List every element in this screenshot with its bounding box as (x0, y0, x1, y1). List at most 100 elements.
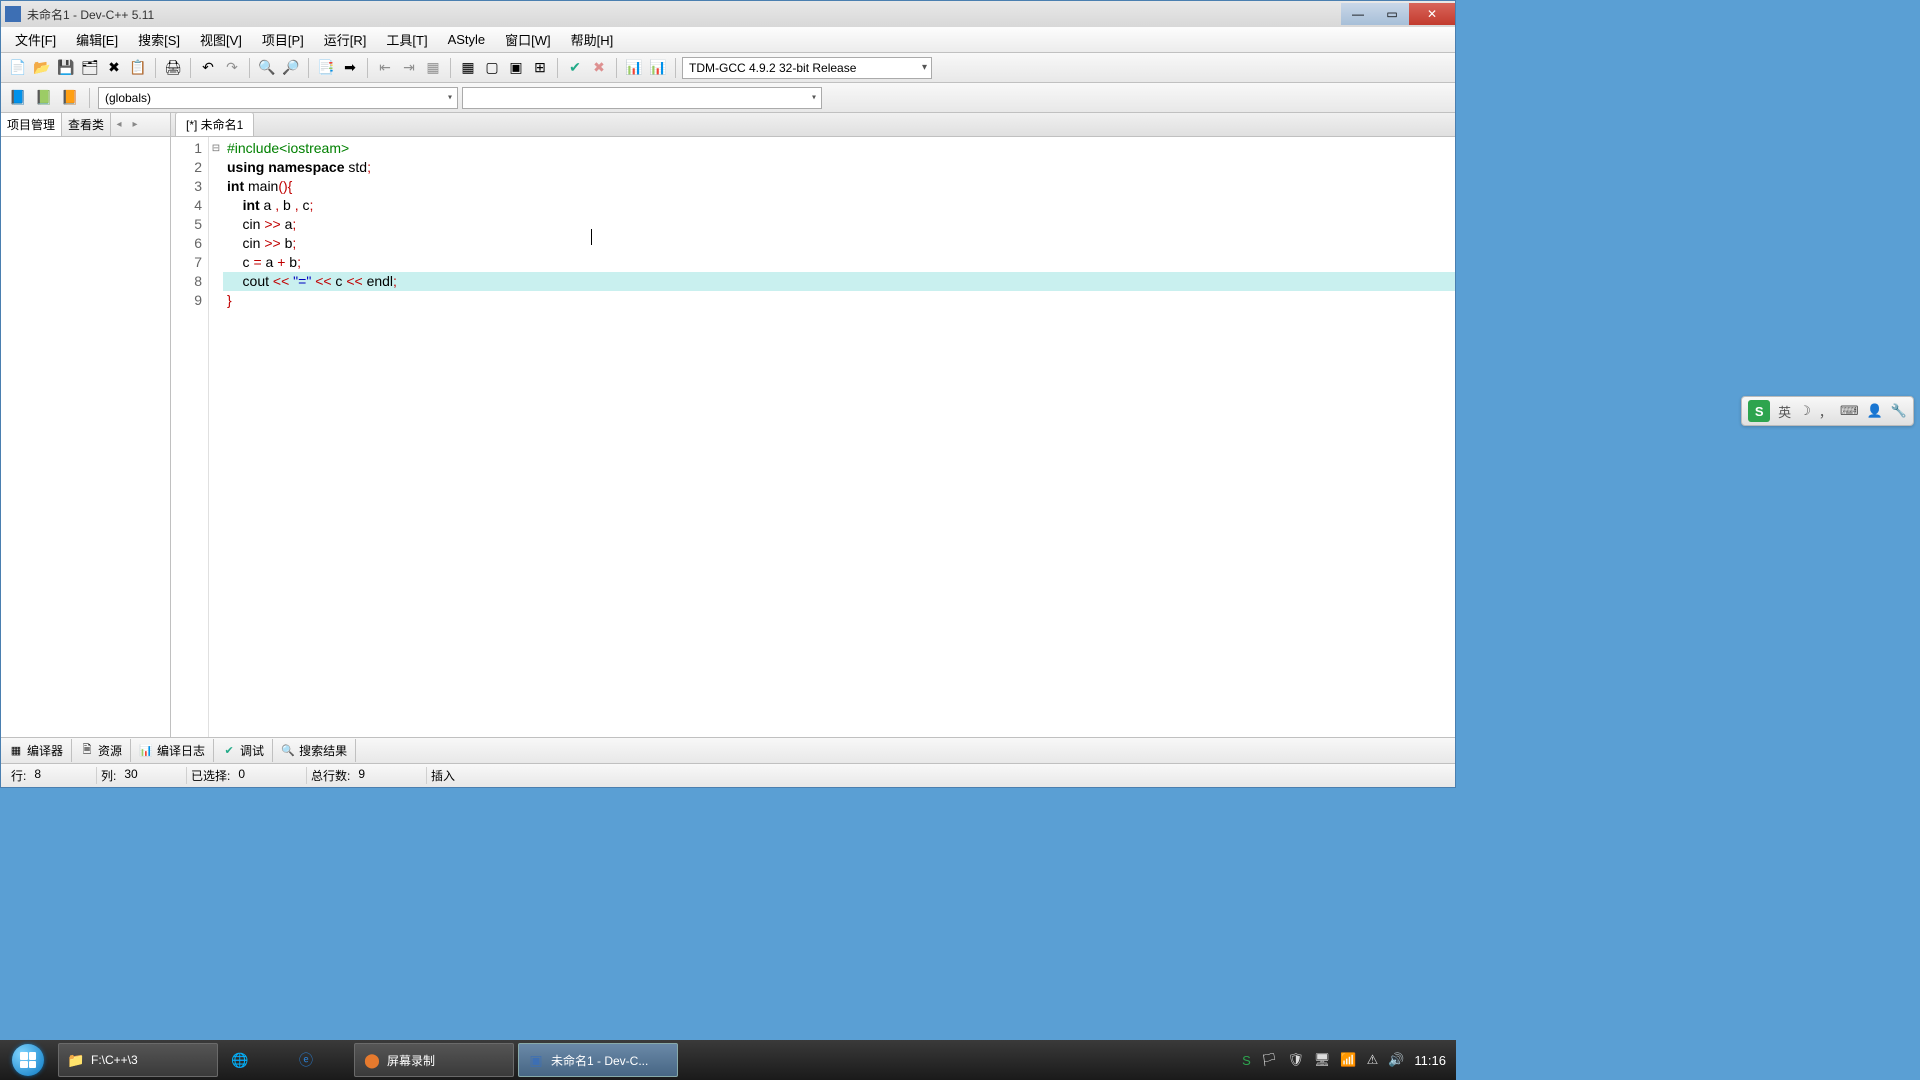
sidebar-nav-right[interactable]: ▸ (127, 113, 143, 136)
profile-button[interactable]: 📊 (623, 57, 645, 79)
output-tab-compiler[interactable]: ▦编译器 (1, 739, 72, 762)
start-button[interactable] (0, 1040, 56, 1080)
menu-edit[interactable]: 编辑[E] (66, 28, 128, 51)
tray-notify-icon[interactable]: ⚠ (1367, 1052, 1379, 1068)
taskbar-item-browser[interactable]: 🌐 (222, 1043, 284, 1077)
run-button[interactable]: ▢ (481, 57, 503, 79)
taskbar-item-ie[interactable]: ⓔ (288, 1043, 350, 1077)
save-button[interactable]: 💾 (55, 57, 77, 79)
line-gutter: 123456789 (171, 137, 209, 737)
tray-volume-icon[interactable]: 🔊 (1388, 1052, 1404, 1068)
menu-tools[interactable]: 工具[T] (376, 28, 437, 51)
main-window: 未命名1 - Dev-C++ 5.11 — ▭ ✕ 文件[F] 编辑[E] 搜索… (0, 0, 1456, 788)
menu-project[interactable]: 项目[P] (252, 28, 314, 51)
new-class-button[interactable]: 📘 (7, 87, 29, 109)
redo-button[interactable]: ↷ (221, 57, 243, 79)
compile-run-button[interactable]: ▣ (505, 57, 527, 79)
output-tab-debug[interactable]: ✔调试 (214, 739, 273, 762)
status-col: 列:30 (97, 767, 187, 784)
taskbar-item-devcpp[interactable]: ▣未命名1 - Dev-C... (518, 1043, 678, 1077)
save-as-button[interactable]: 📋 (127, 57, 149, 79)
fold-column[interactable]: ⊟ (209, 137, 223, 737)
status-line: 行:8 (7, 767, 97, 784)
tray-network-icon[interactable]: 📶 (1340, 1052, 1356, 1068)
tray-shield-icon[interactable]: 🛡 (1287, 1052, 1304, 1068)
close-file-button[interactable]: ✖ (103, 57, 125, 79)
replace-button[interactable]: 🔎 (280, 57, 302, 79)
output-tab-log[interactable]: 📊编译日志 (131, 739, 214, 762)
find-button[interactable]: 🔍 (256, 57, 278, 79)
menu-help[interactable]: 帮助[H] (561, 28, 624, 51)
goto-decl-button[interactable]: 📙 (59, 87, 81, 109)
devcpp-icon: ▣ (527, 1051, 545, 1069)
insert-button[interactable]: 📗 (33, 87, 55, 109)
comment-button[interactable]: ▦ (422, 57, 444, 79)
output-tabs: ▦编译器 🗎资源 📊编译日志 ✔调试 🔍搜索结果 (1, 737, 1455, 763)
bookmark-button[interactable]: 📑 (315, 57, 337, 79)
indent-button[interactable]: ⇤ (374, 57, 396, 79)
log-icon: 📊 (139, 744, 153, 758)
code-editor[interactable]: 123456789 ⊟ #include<iostream>using name… (171, 137, 1455, 737)
app-icon (5, 6, 21, 22)
save-all-button[interactable]: 🗂 (79, 57, 101, 79)
resource-icon: 🗎 (80, 744, 94, 758)
rebuild-button[interactable]: ⊞ (529, 57, 551, 79)
menu-run[interactable]: 运行[R] (314, 28, 377, 51)
sidebar-nav-left[interactable]: ◂ (111, 113, 127, 136)
ime-person-icon[interactable]: 👤 (1867, 403, 1883, 419)
window-title: 未命名1 - Dev-C++ 5.11 (27, 6, 154, 23)
stop-button[interactable]: ✖ (588, 57, 610, 79)
tray-monitor-icon[interactable]: 🖥 (1314, 1052, 1331, 1068)
unindent-button[interactable]: ⇥ (398, 57, 420, 79)
ime-toolbar[interactable]: S 英 ☽ ， ⌨ 👤 🔧 (1741, 396, 1914, 426)
system-tray: S 🏳 🛡 🖥 📶 ⚠ 🔊 11:16 (1242, 1052, 1456, 1068)
folder-icon: 📁 (67, 1051, 85, 1069)
status-sel: 已选择:0 (187, 767, 307, 784)
close-button[interactable]: ✕ (1409, 3, 1455, 25)
ime-keyboard-icon[interactable]: ⌨ (1840, 403, 1859, 419)
sidebar-tab-class[interactable]: 查看类 (62, 113, 111, 136)
text-cursor-icon (591, 229, 592, 245)
output-tab-resource[interactable]: 🗎资源 (72, 739, 131, 762)
menu-view[interactable]: 视图[V] (190, 28, 252, 51)
search-icon: 🔍 (281, 744, 295, 758)
titlebar[interactable]: 未命名1 - Dev-C++ 5.11 — ▭ ✕ (1, 1, 1455, 27)
code-lines[interactable]: #include<iostream>using namespace std;in… (223, 137, 1455, 737)
maximize-button[interactable]: ▭ (1375, 3, 1409, 25)
status-total: 总行数:9 (307, 767, 427, 784)
ime-logo-icon[interactable]: S (1748, 400, 1770, 422)
ime-settings-icon[interactable]: 🔧 (1891, 403, 1907, 419)
check-icon: ✔ (222, 744, 236, 758)
member-combo[interactable] (462, 87, 822, 109)
tray-ime-icon[interactable]: S (1242, 1053, 1251, 1068)
minimize-button[interactable]: — (1341, 3, 1375, 25)
ime-lang-button[interactable]: 英 (1778, 402, 1791, 421)
undo-button[interactable]: ↶ (197, 57, 219, 79)
ime-moon-icon[interactable]: ☽ (1799, 403, 1811, 419)
sidebar-body[interactable] (1, 137, 170, 737)
ime-punct-button[interactable]: ， (1819, 402, 1832, 421)
taskbar-item-folder[interactable]: 📁F:\C++\3 (58, 1043, 218, 1077)
compiler-set-combo[interactable]: TDM-GCC 4.9.2 32-bit Release (682, 57, 932, 79)
open-button[interactable]: 📂 (31, 57, 53, 79)
debug-button[interactable]: ✔ (564, 57, 586, 79)
globe-icon: 🌐 (231, 1051, 249, 1069)
editor-area: [*] 未命名1 123456789 ⊟ #include<iostream>u… (171, 113, 1455, 737)
tray-flag-icon[interactable]: 🏳 (1261, 1052, 1278, 1068)
menu-search[interactable]: 搜索[S] (128, 28, 190, 51)
menu-window[interactable]: 窗口[W] (495, 28, 561, 51)
new-file-button[interactable]: 📄 (7, 57, 29, 79)
delete-profile-button[interactable]: 📊 (647, 57, 669, 79)
menu-astyle[interactable]: AStyle (438, 30, 496, 49)
print-button[interactable]: 🖨 (162, 57, 184, 79)
editor-tab-1[interactable]: [*] 未命名1 (175, 113, 254, 136)
goto-button[interactable]: ➡ (339, 57, 361, 79)
sidebar-tab-project[interactable]: 项目管理 (1, 113, 62, 136)
menu-file[interactable]: 文件[F] (5, 28, 66, 51)
taskbar-item-screenrec[interactable]: ⬤屏幕录制 (354, 1043, 514, 1077)
grid-icon: ▦ (9, 744, 23, 758)
output-tab-search[interactable]: 🔍搜索结果 (273, 739, 356, 762)
taskbar-clock[interactable]: 11:16 (1414, 1053, 1446, 1068)
scope-combo[interactable]: (globals) (98, 87, 458, 109)
compile-button[interactable]: ▦ (457, 57, 479, 79)
